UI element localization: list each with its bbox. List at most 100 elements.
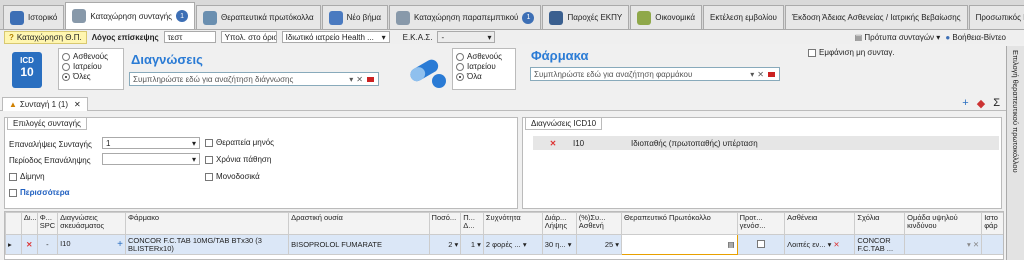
prescription-toolbar: ? Καταχώρηση Θ.Π. Λόγος επίσκεψης τεστ Υπ… — [0, 30, 1024, 44]
tab-label: Καταχώρηση συνταγής — [90, 11, 173, 21]
radio-2[interactable]: Όλες — [62, 72, 120, 81]
delete-icon[interactable]: ✕ — [20, 234, 38, 255]
column-header[interactable]: (%)Συ... Ασθενή — [575, 212, 623, 235]
substance-cell[interactable]: BISOPROLOL FUMARATE — [288, 234, 430, 255]
clear-icon[interactable]: ✕ — [356, 75, 363, 84]
column-header[interactable]: Διάρ... Λήψης — [541, 212, 577, 235]
chevron-down-icon[interactable]: ▾ — [750, 70, 754, 79]
period-select[interactable]: ▾ — [102, 153, 200, 165]
prescription-templates-menu[interactable]: ▤ Πρότυπα συνταγών ▾ — [855, 33, 941, 42]
repeat-select[interactable]: 1 ▾ — [102, 137, 200, 149]
percent-cell[interactable]: 25 ▾ — [575, 234, 623, 255]
count-badge: 1 — [176, 10, 189, 22]
repeat-label: Επαναλήψεις Συνταγής — [9, 140, 92, 149]
tab-7[interactable]: Εκτέλεση εμβολίου — [702, 5, 784, 29]
language-flag-icon[interactable] — [767, 70, 776, 78]
column-header[interactable]: Σχόλια — [854, 212, 906, 235]
column-header[interactable]: Ασθένεια — [784, 212, 856, 235]
show-non-prescription-checkbox[interactable] — [808, 48, 816, 57]
chronic-checkbox[interactable]: Χρόνια πάθηση — [205, 155, 271, 164]
column-header[interactable]: Διαγνώσεις σκευάσματος — [57, 212, 127, 235]
radio-1[interactable]: Ιατρείου — [62, 62, 120, 71]
tab-4[interactable]: Καταχώρηση παραπεμπτικού 1 — [388, 5, 542, 29]
protocol-cell[interactable]: ▤ — [621, 234, 738, 255]
add-icon[interactable]: + — [117, 239, 123, 250]
tab-2[interactable]: Θεραπευτικά πρωτόκολλα — [196, 5, 321, 29]
clear-icon[interactable]: ✕ — [757, 70, 764, 79]
tab-label: Καταχώρηση παραπεμπτικού — [413, 13, 519, 22]
limit-calc-field[interactable]: Υπολ. στο όριο — [220, 31, 277, 43]
radio-0[interactable]: Ασθενούς — [456, 52, 512, 61]
icd10-row[interactable]: ✕ I10 Ιδιοπαθής (πρωτοπαθής) υπέρταση — [533, 136, 999, 150]
radio-circle[interactable] — [456, 72, 464, 81]
tab-8[interactable]: Έκδοση Άδειας Ασθενείας / Ιατρικής Βεβαί… — [784, 5, 968, 29]
document-icon — [72, 9, 87, 23]
tab-6[interactable]: Οικονομικά — [630, 5, 702, 29]
quantity-cell[interactable]: 2 ▾ — [428, 234, 462, 255]
protocol-icon — [203, 10, 218, 25]
diagnosis-search-input[interactable]: Συμπληρώστε εδώ για αναζήτηση διάγνωσης … — [129, 72, 379, 86]
radio-label: Ιατρείου — [73, 62, 102, 71]
radio-circle[interactable] — [456, 52, 464, 61]
radio-circle[interactable] — [456, 62, 464, 71]
chevron-down-icon: ▾ — [381, 32, 386, 42]
tab-1[interactable]: Καταχώρηση συνταγής 1 — [65, 2, 196, 29]
generic-checkbox-cell[interactable] — [736, 234, 786, 255]
delete-icon[interactable]: ✕ — [533, 139, 573, 148]
diagnosis-cell[interactable]: I10 + — [57, 234, 127, 255]
column-header[interactable]: Ομάδα υψηλού κινδύνου — [904, 212, 983, 235]
drug-cell[interactable]: CONCOR F.C.TAB 10MG/TAB BTx30 (3 BLISTER… — [125, 234, 290, 255]
clinic-select[interactable]: Ιδιωτικό ιατρείο Health ... ▾ — [281, 31, 390, 43]
column-header[interactable]: Φάρμακο — [125, 212, 290, 235]
kataxorisi-tp-button[interactable]: ? Καταχώρηση Θ.Π. — [4, 30, 87, 44]
column-header[interactable]: Προτ... γενόσ... — [736, 212, 786, 235]
radio-circle[interactable] — [62, 52, 70, 61]
radio-1[interactable]: Ιατρείου — [456, 62, 512, 71]
eraser-icon[interactable]: ◆ — [977, 97, 985, 110]
column-header[interactable]: Ιστο φάρ — [981, 212, 1003, 235]
close-tab-icon[interactable]: ✕ — [74, 100, 81, 109]
column-header[interactable]: Δραστική ουσία — [288, 212, 430, 235]
radio-label: Ασθενούς — [467, 52, 502, 61]
language-flag-icon[interactable] — [366, 75, 375, 83]
header-spacer — [5, 212, 22, 235]
radio-0[interactable]: Ασθενούς — [62, 52, 120, 61]
prescription-tab[interactable]: ▲ Συνταγή 1 (1) ✕ — [2, 97, 88, 111]
help-video-link[interactable]: ● Βοήθεια-Βίντεο — [945, 33, 1006, 42]
tab-3[interactable]: Νέο βήμα — [321, 5, 388, 29]
dimini-checkbox[interactable]: Δίμηνη — [9, 172, 45, 181]
add-icon[interactable]: + — [962, 97, 968, 110]
column-header[interactable]: Π... Δ... — [460, 212, 484, 235]
ekas-select[interactable]: - ▾ — [437, 31, 496, 43]
table-row[interactable]: ▸ ✕ - I10 + CONCOR F.C.TAB 10MG/TAB BTx30… — [5, 234, 1003, 255]
sum-icon[interactable]: Σ — [993, 97, 1000, 110]
tab-9[interactable]: Προσωπικός Ιατρός — [968, 5, 1024, 29]
p-cell[interactable]: 1 ▾ — [460, 234, 484, 255]
history-cell[interactable] — [981, 234, 1003, 255]
tab-0[interactable]: Ιστορικό — [3, 5, 65, 29]
risk-group-cell[interactable]: ▾ ✕ — [904, 234, 983, 255]
disease-cell[interactable]: Λοιπές εν... ▾ ✕ — [784, 234, 856, 255]
therapeutic-protocol-side-tab[interactable]: Επιλογή θεραπευτικού πρωτοκόλλου — [1006, 46, 1024, 260]
radio-2[interactable]: Όλα — [456, 72, 512, 81]
monthly-therapy-checkbox[interactable]: Θεραπεία μηνός — [205, 138, 274, 147]
edit-icon[interactable]: ▤ — [727, 240, 734, 249]
chevron-down-icon[interactable]: ▾ — [349, 75, 353, 84]
column-header[interactable]: Φ... SPC — [36, 212, 59, 235]
single-dose-checkbox[interactable]: Μονοδοσικά — [205, 172, 260, 181]
visit-reason-input[interactable]: τεστ — [163, 31, 216, 43]
column-header[interactable]: Δι... — [20, 212, 38, 235]
frequency-cell[interactable]: 2 φορές ... ▾ — [482, 234, 543, 255]
radio-circle[interactable] — [62, 62, 70, 71]
duration-cell[interactable]: 30 η... ▾ — [541, 234, 577, 255]
column-header[interactable]: Θεραπευτικό Πρωτόκολλο — [621, 212, 738, 235]
show-non-prescription-toggle[interactable]: Εμφάνιση μη συνταγ. — [808, 48, 895, 57]
more-link[interactable]: Περισσότερα — [9, 188, 70, 197]
column-header[interactable]: Συχνότητα — [482, 212, 543, 235]
tab-5[interactable]: Παροχές ΕΚΠΥ — [542, 5, 630, 29]
comment-cell[interactable]: CONCOR F.C.TAB ... — [854, 234, 906, 255]
radio-circle[interactable] — [62, 72, 70, 81]
delete-icon[interactable]: ✕ — [833, 240, 839, 249]
column-header[interactable]: Ποσό... — [428, 212, 462, 235]
drug-search-input[interactable]: Συμπληρώστε εδώ για αναζήτηση φαρμάκου ▾… — [530, 67, 780, 81]
